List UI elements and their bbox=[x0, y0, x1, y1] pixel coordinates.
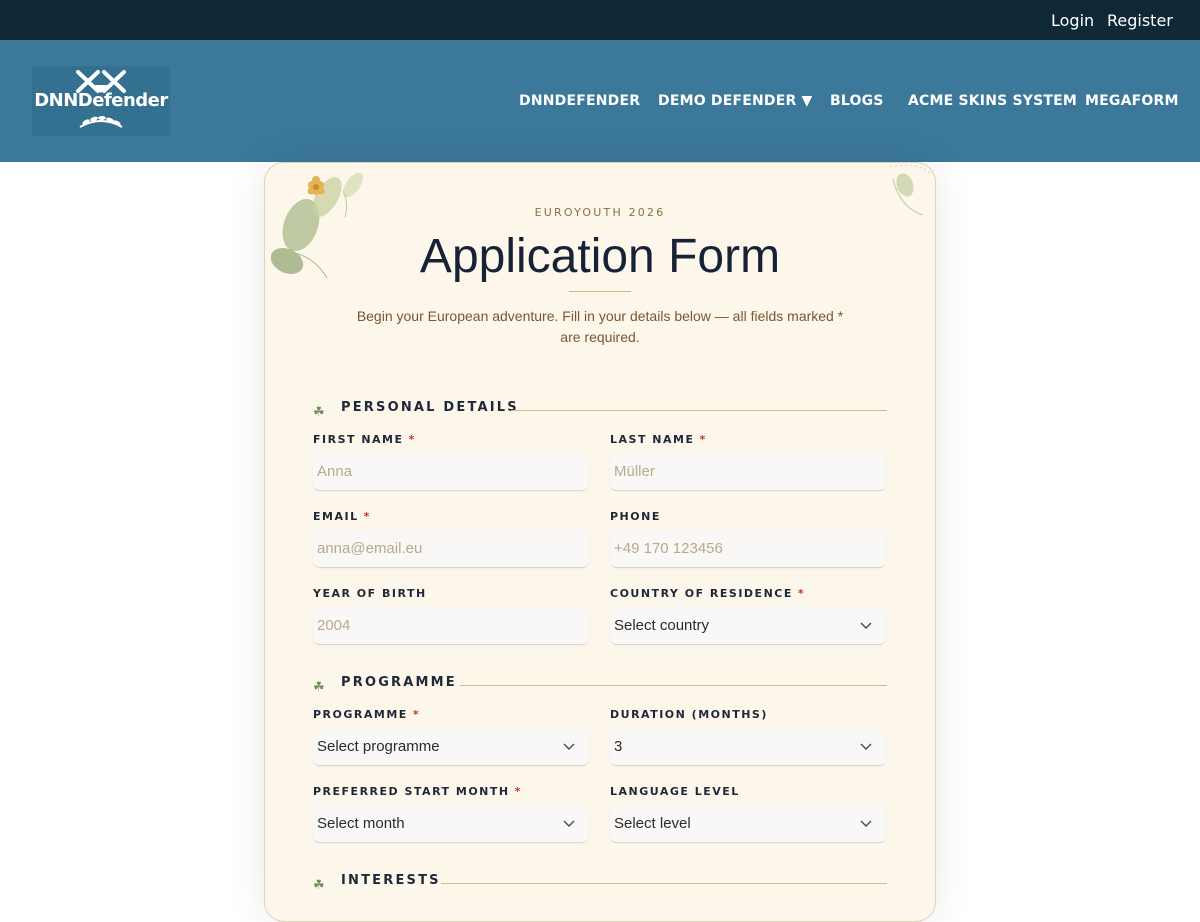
site-header: DNNDefender DNNDEFENDER DEMO DEFENDER ▼ … bbox=[0, 40, 1200, 162]
programme-label: PROGRAMME * bbox=[313, 708, 421, 721]
application-form-card: EUROYOUTH 2026 Application Form Begin yo… bbox=[264, 162, 936, 922]
programme-select[interactable]: Select programme bbox=[313, 728, 589, 766]
section-title: PROGRAMME bbox=[341, 675, 457, 690]
section-title: PERSONAL DETAILS bbox=[341, 400, 519, 415]
section-title: INTERESTS bbox=[341, 873, 441, 888]
logo-text: DNNDefender bbox=[34, 90, 168, 111]
nav-item-acme-skins-system[interactable]: ACME SKINS SYSTEM bbox=[908, 93, 1077, 109]
country-label: COUNTRY OF RESIDENCE * bbox=[610, 587, 806, 600]
section-divider bbox=[441, 883, 887, 884]
section-header-personal-details: ☘ PERSONAL DETAILS bbox=[313, 400, 887, 420]
email-label: EMAIL * bbox=[313, 510, 371, 523]
first-name-label: FIRST NAME * bbox=[313, 433, 416, 446]
section-divider bbox=[460, 685, 887, 686]
duration-select[interactable]: 3 bbox=[610, 728, 886, 766]
last-name-input[interactable] bbox=[610, 453, 886, 491]
chevron-down-icon bbox=[563, 820, 575, 827]
phone-input[interactable] bbox=[610, 530, 886, 568]
start-month-select[interactable]: Select month bbox=[313, 805, 589, 843]
duration-label: DURATION (MONTHS) bbox=[610, 708, 768, 721]
nav-item-blogs[interactable]: BLOGS bbox=[830, 93, 884, 109]
email-input[interactable] bbox=[313, 530, 589, 568]
year-of-birth-input[interactable] bbox=[313, 607, 589, 645]
nav-item-demo-defender[interactable]: DEMO DEFENDER ▼ bbox=[658, 93, 813, 109]
title-divider bbox=[569, 291, 631, 292]
country-select-value: Select country bbox=[614, 617, 710, 634]
register-link[interactable]: Register bbox=[1107, 11, 1173, 30]
programme-select-value: Select programme bbox=[317, 738, 440, 755]
clover-icon: ☘ bbox=[313, 404, 325, 419]
phone-label: PHONE bbox=[610, 510, 661, 523]
site-logo[interactable]: DNNDefender bbox=[32, 66, 170, 136]
chevron-down-icon bbox=[860, 820, 872, 827]
last-name-label: LAST NAME * bbox=[610, 433, 707, 446]
login-link[interactable]: Login bbox=[1051, 11, 1094, 30]
nav-item-megaform[interactable]: MEGAFORM bbox=[1085, 93, 1179, 109]
year-of-birth-label: YEAR OF BIRTH bbox=[313, 587, 427, 600]
top-utility-bar: Login Register bbox=[0, 0, 1200, 40]
laurel-icon bbox=[79, 116, 123, 128]
form-eyebrow: EUROYOUTH 2026 bbox=[534, 206, 666, 219]
section-header-interests: ☘ INTERESTS bbox=[313, 873, 887, 893]
chevron-down-icon bbox=[860, 743, 872, 750]
clover-icon: ☘ bbox=[313, 877, 325, 892]
section-header-programme: ☘ PROGRAMME bbox=[313, 675, 887, 695]
start-month-select-value: Select month bbox=[317, 815, 405, 832]
first-name-input[interactable] bbox=[313, 453, 589, 491]
chevron-down-icon bbox=[563, 743, 575, 750]
language-level-label: LANGUAGE LEVEL bbox=[610, 785, 740, 798]
page-title: Application Form bbox=[419, 230, 781, 283]
country-select[interactable]: Select country bbox=[610, 607, 886, 645]
clover-icon: ☘ bbox=[313, 679, 325, 694]
chevron-down-icon bbox=[860, 622, 872, 629]
nav-item-dnndefender[interactable]: DNNDEFENDER bbox=[519, 93, 640, 109]
form-intro-text: Begin your European adventure. Fill in y… bbox=[356, 308, 844, 345]
start-month-label: PREFERRED START MONTH * bbox=[313, 785, 522, 798]
language-level-select-value: Select level bbox=[614, 815, 691, 832]
section-divider bbox=[511, 410, 887, 411]
language-level-select[interactable]: Select level bbox=[610, 805, 886, 843]
duration-select-value: 3 bbox=[614, 738, 623, 755]
